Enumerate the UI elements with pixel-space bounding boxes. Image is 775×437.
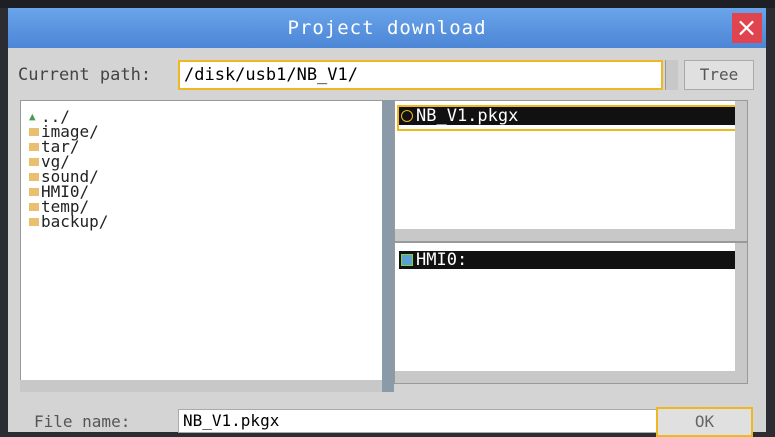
up-arrow-icon: ▲ [29,110,36,123]
file-name-value: NB_V1.pkgx [183,411,280,430]
current-path-value: /disk/usb1/NB_V1/ [184,65,358,85]
file-list[interactable]: NB_V1.pkgx [394,100,748,242]
folder-icon [29,127,39,136]
folder-icon [29,217,39,226]
current-path-label: Current path: [18,65,152,85]
list-item[interactable]: tar/ [21,139,383,155]
file-horizontal-scrollbar[interactable] [395,229,735,241]
current-path-field[interactable]: /disk/usb1/NB_V1/ [178,60,663,90]
selection-highlight [397,105,745,131]
folder-icon [29,142,39,151]
hmi-drive-icon [401,254,413,266]
title-bar: Project download × [8,8,766,48]
folder-icon [29,157,39,166]
close-icon: × [735,13,759,43]
target-list[interactable]: HMI0: [394,242,748,384]
project-download-dialog: Project download × Current path: /disk/u… [8,8,766,437]
close-button[interactable]: × [732,13,762,43]
tree-button[interactable]: Tree [684,60,754,90]
directory-name: backup/ [41,212,109,231]
directory-list[interactable]: ▲ ../ image/ tar/ vg/ sound/ HMI0/ temp/ [20,100,384,392]
dialog-title: Project download [287,17,487,39]
folder-icon [29,172,39,181]
selected-target-row[interactable]: HMI0: [399,251,739,269]
directory-horizontal-scrollbar[interactable] [20,380,382,392]
list-item[interactable]: backup/ [21,212,383,231]
file-vertical-scrollbar[interactable] [735,101,747,241]
ok-button-label: OK [694,412,715,431]
path-scrollbar[interactable] [665,60,678,90]
tree-button-label: Tree [699,65,739,84]
folder-icon [29,202,39,211]
file-name-label: File name: [34,412,131,431]
target-vertical-scrollbar[interactable] [735,243,747,383]
target-horizontal-scrollbar[interactable] [395,371,735,383]
file-name-field[interactable]: NB_V1.pkgx [178,409,658,433]
target-name: HMI0: [416,250,468,270]
selected-file-row[interactable]: NB_V1.pkgx [397,105,745,131]
ok-button[interactable]: OK [656,407,753,437]
screen-bezel [0,0,775,8]
panel-divider[interactable] [382,100,394,392]
folder-icon [29,187,39,196]
